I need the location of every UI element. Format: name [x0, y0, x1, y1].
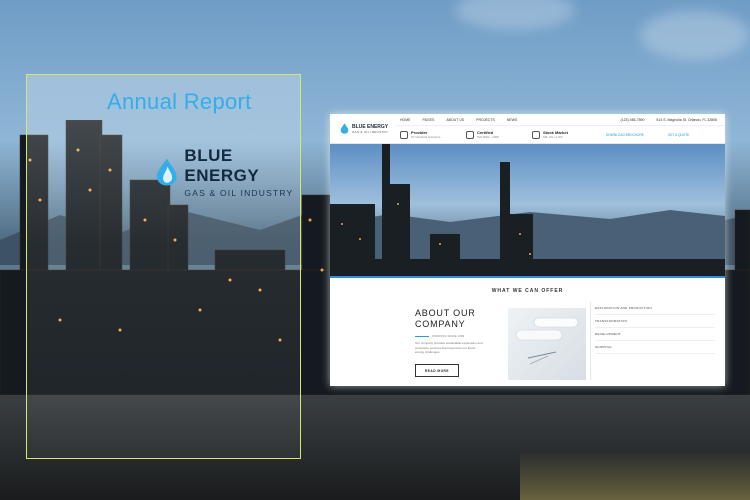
read-more-button[interactable]: READ MORE — [415, 364, 459, 377]
cover-brand-name: BLUE ENERGY — [184, 146, 260, 185]
address: 514 S. Magnolia St. Orlando, FL 32806 — [656, 117, 717, 122]
offer-list: EXPLORATION AND PRODUCTION TRANSFORMATIO… — [595, 302, 715, 354]
nav-about-us[interactable]: ABOUT US — [446, 118, 464, 122]
site-features: Provider Of Industrial Solutions Certifie… — [396, 126, 725, 143]
hero-image — [330, 144, 725, 278]
about-text: Our company provides sustainable explora… — [415, 341, 483, 354]
flame-drop-icon — [340, 123, 349, 134]
feature-sub: GB: 2% +1.5% — [543, 135, 563, 139]
offer-item[interactable]: TRANSFORMATION — [595, 315, 715, 328]
chart-icon — [532, 130, 540, 139]
feature-stock-market: Stock Market GB: 2% +1.5% — [532, 130, 594, 139]
site-logo[interactable]: BLUE ENERGY GAS & OIL INDUSTRY — [330, 114, 396, 143]
nav-home[interactable]: HOME — [400, 118, 411, 122]
about-since: WORKING SINCE 1999 — [415, 334, 464, 338]
download-brochure-link[interactable]: DOWNLOAD BROCHURE — [606, 133, 644, 137]
cover-brand: BLUE ENERGY GAS & OIL INDUSTRY — [155, 146, 300, 198]
site-logo-name: BLUE ENERGY — [352, 123, 389, 130]
trophy-icon — [400, 130, 408, 139]
offer-item[interactable]: EXPLORATION AND PRODUCTION — [595, 302, 715, 315]
cover-title: Annual Report — [107, 89, 252, 114]
about-title-line-2: COMPANY — [415, 319, 466, 329]
get-a-quote-link[interactable]: GET A QUOTE — [668, 133, 689, 137]
feature-sub: ISO 9001 : 2008 — [477, 135, 499, 139]
feature-sub: Of Industrial Solutions — [411, 135, 441, 139]
site-header: BLUE ENERGY GAS & OIL INDUSTRY HOME PAGE… — [330, 114, 725, 144]
feature-certified: Certified ISO 9001 : 2008 — [466, 130, 528, 139]
nav-news[interactable]: NEWS — [507, 118, 518, 122]
flame-drop-icon — [156, 158, 177, 186]
about-title-line-1: ABOUT OUR — [415, 308, 476, 318]
phone-number: (123) 456-7890 — [620, 117, 645, 122]
certificate-icon — [466, 130, 474, 139]
about-title: ABOUT OUR COMPANY — [415, 308, 476, 330]
nav-projects[interactable]: PROJECTS — [476, 118, 495, 122]
site-topline: HOME PAGES ABOUT US PROJECTS NEWS (123) … — [396, 114, 725, 126]
hero-refinery — [330, 144, 725, 278]
offer-title: WHAT WE CAN OFFER — [491, 288, 564, 294]
cover-brand-sub: GAS & OIL INDUSTRY — [184, 188, 294, 198]
grass — [520, 450, 750, 500]
offer-item[interactable]: DEVELOPMENT — [595, 328, 715, 341]
nav-pages[interactable]: PAGES — [423, 118, 435, 122]
feature-provider: Provider Of Industrial Solutions — [400, 130, 462, 139]
blueprint-image — [508, 308, 586, 380]
site-logo-sub: GAS & OIL INDUSTRY — [352, 129, 389, 134]
offer-section: WHAT WE CAN OFFER ABOUT OUR COMPANY WORK… — [330, 278, 725, 386]
about-since-text: WORKING SINCE 1999 — [432, 334, 465, 338]
annual-report-cover: Annual Report BLUE ENERGY GAS & OIL INDU… — [26, 74, 301, 459]
offer-item[interactable]: SHIPPING — [595, 341, 715, 354]
website-preview: BLUE ENERGY GAS & OIL INDUSTRY HOME PAGE… — [330, 114, 725, 386]
